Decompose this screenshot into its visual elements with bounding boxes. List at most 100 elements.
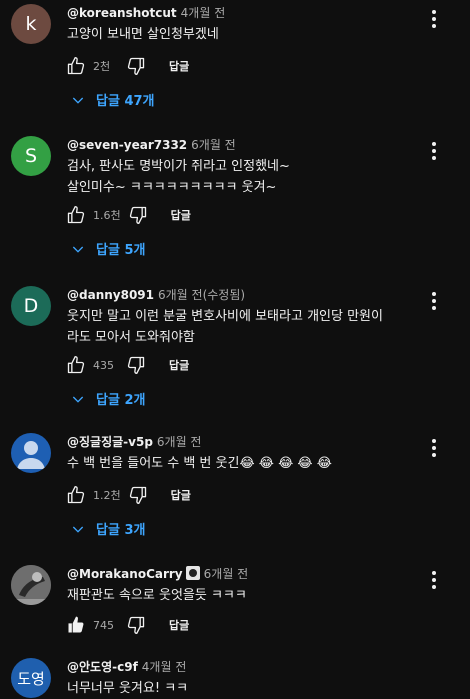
- more-vert-icon: [432, 439, 436, 443]
- comment-time[interactable]: 6개월 전(수정됨): [158, 288, 245, 302]
- author-name[interactable]: @seven-year7332: [67, 138, 187, 152]
- chevron-down-icon: [72, 246, 84, 253]
- reply-button[interactable]: 답글: [169, 357, 189, 373]
- reply-button[interactable]: 답글: [169, 617, 189, 633]
- like-button[interactable]: [65, 354, 87, 376]
- dislike-button[interactable]: [125, 614, 147, 636]
- avatar[interactable]: k: [11, 4, 51, 44]
- comment-time[interactable]: 6개월 전: [204, 567, 249, 581]
- comment-actions: 2천 답글: [65, 54, 189, 78]
- replies-count: 답글 3개: [96, 523, 146, 538]
- comment-header: @징글징글-v5p 6개월 전: [67, 433, 201, 450]
- reply-button[interactable]: 답글: [169, 58, 189, 74]
- replies-count: 답글 47개: [96, 94, 155, 109]
- comment-time[interactable]: 4개월 전: [181, 6, 226, 20]
- comment-actions: 745 답글: [65, 613, 189, 637]
- view-replies-button[interactable]: 답글 2개: [70, 389, 145, 408]
- comment-header: @seven-year7332 6개월 전: [67, 136, 236, 153]
- avatar-initial: 도영: [17, 669, 45, 688]
- thumb-down-icon: [127, 57, 145, 76]
- avatar[interactable]: 도영: [11, 658, 51, 698]
- more-actions-button[interactable]: [432, 292, 436, 310]
- avatar-initial: k: [25, 13, 37, 35]
- comment-header: @koreanshotcut 4개월 전: [67, 4, 225, 21]
- default-avatar-icon: [17, 441, 45, 469]
- comment-text: 웃지만 말고 이런 분굴 변호사비에 보태라고 개인당 만원이 라도 모아서 도…: [67, 306, 417, 348]
- more-vert-icon: [432, 571, 436, 575]
- comment-line: 재판관도 속으로 웃엇을듯 ㅋㅋㅋ: [67, 588, 247, 603]
- like-button[interactable]: [65, 204, 87, 226]
- reply-button[interactable]: 답글: [171, 207, 191, 223]
- thumb-up-icon: [67, 356, 85, 374]
- like-count: 745: [93, 618, 114, 632]
- comment-time[interactable]: 6개월 전: [157, 435, 202, 449]
- avatar[interactable]: [11, 565, 51, 605]
- avatar-initial: D: [23, 295, 39, 317]
- more-actions-button[interactable]: [432, 571, 436, 589]
- view-replies-button[interactable]: 답글 5개: [70, 239, 145, 258]
- comment-line: 웃지만 말고 이런 분굴 변호사비에 보태라고 개인당 만원이: [67, 309, 383, 324]
- dislike-button[interactable]: [127, 204, 149, 226]
- comment-line: 고양이 보내면 살인청부겠네: [67, 27, 219, 42]
- dislike-button[interactable]: [125, 55, 147, 77]
- like-count: 2천: [93, 60, 111, 73]
- like-count: 1.2천: [93, 489, 121, 502]
- comment-actions: 435 답글: [65, 353, 189, 377]
- more-vert-icon: [432, 142, 436, 146]
- thumb-down-icon: [129, 206, 146, 224]
- profile-photo-icon: [11, 565, 51, 605]
- view-replies-button[interactable]: 답글 47개: [70, 90, 155, 109]
- author-name[interactable]: @MorakanoCarry: [67, 567, 183, 581]
- comment-time[interactable]: 6개월 전: [191, 138, 236, 152]
- comment-time[interactable]: 4개월 전: [142, 660, 187, 674]
- more-actions-button[interactable]: [432, 10, 436, 28]
- comment-text: 너무너무 웃겨요! ㅋㅋ: [67, 678, 417, 699]
- chevron-down-icon: [72, 526, 84, 533]
- avatar[interactable]: [11, 433, 51, 473]
- comment-line: 라도 모아서 도와줘야함: [67, 330, 195, 345]
- author-name[interactable]: @징글징글-v5p: [67, 435, 153, 449]
- more-vert-icon: [432, 10, 436, 14]
- avatar[interactable]: S: [11, 136, 51, 176]
- comment-header: @안도영-c9f 4개월 전: [67, 658, 186, 675]
- thumb-down-icon: [129, 486, 146, 504]
- author-name[interactable]: @danny8091: [67, 288, 154, 302]
- comment-line: 검사, 판사도 명박이가 쥐라고 인정했네~: [67, 159, 290, 174]
- author-name[interactable]: @안도영-c9f: [67, 660, 138, 674]
- replies-count: 답글 2개: [96, 393, 146, 408]
- like-button[interactable]: [65, 614, 87, 636]
- more-actions-button[interactable]: [432, 142, 436, 160]
- comment-text: 고양이 보내면 살인청부겠네: [67, 24, 417, 45]
- dislike-button[interactable]: [127, 484, 149, 506]
- thumb-down-icon: [127, 616, 145, 634]
- author-name[interactable]: @koreanshotcut: [67, 6, 177, 20]
- thumb-up-filled-icon: [68, 616, 84, 633]
- comment-line: 너무너무 웃겨요! ㅋㅋ: [67, 681, 189, 696]
- reply-button[interactable]: 답글: [171, 487, 191, 503]
- comment-text: 검사, 판사도 명박이가 쥐라고 인정했네~ 살인미수~ ㅋㅋㅋㅋㅋㅋㅋㅋㅋ 웃…: [67, 156, 417, 198]
- view-replies-button[interactable]: 답글 3개: [70, 519, 145, 538]
- like-button[interactable]: [65, 55, 87, 77]
- like-button[interactable]: [65, 484, 87, 506]
- thumb-down-icon: [127, 356, 145, 374]
- comment-text: 수 백 번을 들어도 수 백 번 웃긴😂 😂 😂 😂 😂: [67, 453, 417, 474]
- member-badge-icon: [185, 566, 200, 580]
- comment-actions: 1.6천 답글: [65, 203, 191, 227]
- thumb-up-icon: [67, 486, 85, 504]
- like-count: 1.6천: [93, 209, 121, 222]
- avatar-initial: S: [24, 145, 38, 167]
- comment-actions: 1.2천 답글: [65, 483, 191, 507]
- comment-line: 살인미수~ ㅋㅋㅋㅋㅋㅋㅋㅋㅋ 웃겨~: [67, 180, 277, 195]
- comment-text: 재판관도 속으로 웃엇을듯 ㅋㅋㅋ: [67, 585, 417, 606]
- comment-header: @danny8091 6개월 전(수정됨): [67, 286, 245, 303]
- comment-header: @MorakanoCarry 6개월 전: [67, 565, 248, 582]
- more-actions-button[interactable]: [432, 439, 436, 457]
- thumb-up-icon: [67, 57, 85, 75]
- dislike-button[interactable]: [125, 354, 147, 376]
- more-vert-icon: [432, 292, 436, 296]
- avatar[interactable]: D: [11, 286, 51, 326]
- replies-count: 답글 5개: [96, 243, 146, 258]
- chevron-down-icon: [72, 97, 84, 104]
- like-count: 435: [93, 358, 114, 372]
- comment-line: 수 백 번을 들어도 수 백 번 웃긴😂 😂 😂 😂 😂: [67, 456, 332, 471]
